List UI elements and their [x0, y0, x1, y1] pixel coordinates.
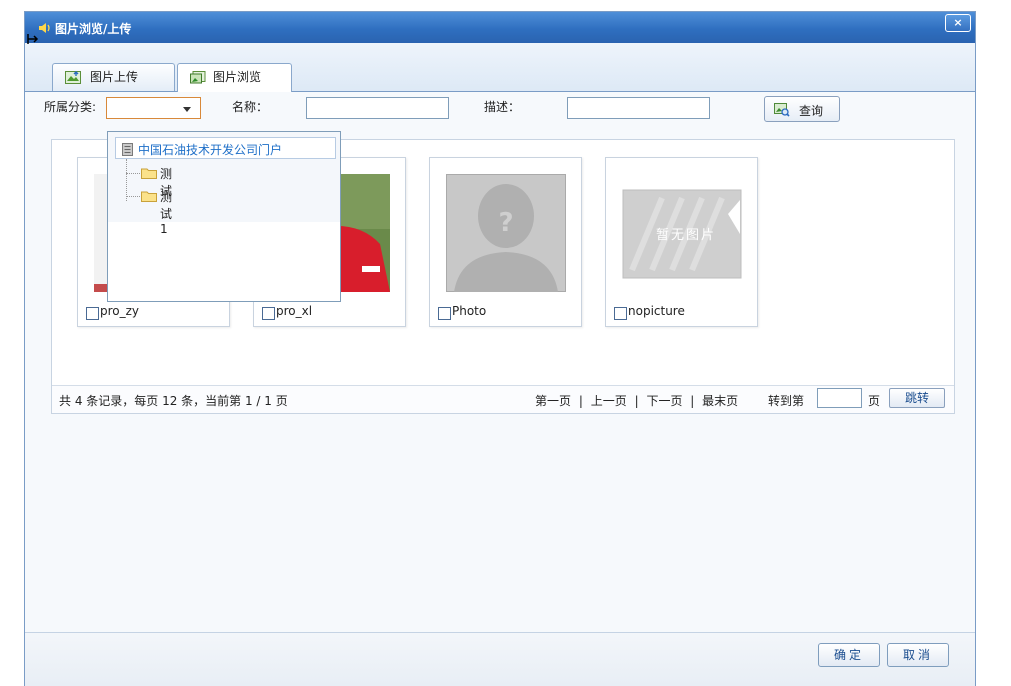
footer-bar: 确定 取消 [25, 632, 975, 686]
svg-text:?: ? [498, 208, 513, 238]
next-page-link[interactable]: 下一页 [646, 394, 682, 408]
separator: | [578, 394, 583, 408]
image-name: pro_xl [276, 304, 313, 318]
tree-connector [126, 196, 140, 197]
goto-page-label: 转到第 [768, 394, 805, 408]
tree-root-node[interactable]: 中国石油技术开发公司门户 [115, 137, 336, 159]
speaker-icon [39, 23, 50, 33]
tab-image-upload[interactable]: 图片上传 [52, 63, 175, 91]
no-picture-text: 暂无图片 [656, 228, 717, 243]
image-name: pro_zy [100, 304, 140, 318]
tab-image-upload-label: 图片上传 [90, 70, 139, 84]
ok-button[interactable]: 确定 [818, 643, 880, 667]
folder-icon [141, 191, 157, 202]
mouse-cursor-icon [27, 34, 39, 44]
tab-strip: 图片上传 图片浏览 [25, 43, 975, 92]
folder-icon [141, 168, 157, 179]
name-input[interactable] [306, 97, 449, 119]
tab-image-browse[interactable]: 图片浏览 [177, 63, 292, 92]
category-label: 所属分类: [44, 100, 97, 114]
close-button[interactable]: × [945, 14, 971, 32]
image-thumbnail[interactable]: ? [446, 174, 566, 292]
page-unit-label: 页 [868, 394, 881, 408]
tree-root-label: 中国石油技术开发公司门户 [138, 143, 283, 157]
image-card[interactable]: 暂无图片 nopicture [605, 157, 758, 327]
cancel-button[interactable]: 取消 [887, 643, 949, 667]
image-thumbnail[interactable]: 暂无图片 [622, 174, 742, 292]
dialog-footer: 确定 取消 [25, 632, 975, 686]
tab-image-browse-label: 图片浏览 [213, 70, 262, 84]
image-select-checkbox[interactable] [86, 307, 99, 320]
dialog-titlebar[interactable]: 图片浏览/上传 × [25, 12, 975, 43]
chevron-down-icon [183, 107, 191, 112]
jump-button[interactable]: 跳转 [889, 388, 945, 408]
image-upload-icon [65, 71, 81, 84]
image-name: nopicture [628, 304, 685, 318]
image-select-checkbox[interactable] [614, 307, 627, 320]
query-button[interactable]: 查询 [764, 96, 840, 122]
pagination-bar: 共 4 条记录，每页 12 条，当前第 1 / 1 页 第一页 | 上一页 | … [52, 385, 954, 413]
page-number-input[interactable] [817, 388, 862, 408]
person-silhouette-icon: ? [446, 174, 566, 292]
separator: | [634, 394, 639, 408]
dialog-title: 图片浏览/上传 [55, 22, 132, 36]
image-browse-icon [190, 71, 206, 84]
query-button-label: 查询 [799, 104, 824, 118]
record-summary: 共 4 条记录，每页 12 条，当前第 1 / 1 页 [59, 394, 288, 408]
separator: | [690, 394, 695, 408]
tree-connector [126, 173, 140, 174]
category-select[interactable] [106, 97, 201, 119]
tree-connector [126, 159, 127, 201]
tree-node-label: 测试1 [160, 190, 173, 236]
image-select-checkbox[interactable] [438, 307, 451, 320]
category-tree-dropdown: 中国石油技术开发公司门户 测试 测试1 [107, 131, 341, 302]
prev-page-link[interactable]: 上一页 [591, 394, 627, 408]
image-card[interactable]: ? Photo [429, 157, 582, 327]
description-label: 描述： [484, 100, 521, 114]
image-select-checkbox[interactable] [262, 307, 275, 320]
first-page-link[interactable]: 第一页 [535, 394, 571, 408]
search-image-icon [774, 103, 790, 117]
last-page-link[interactable]: 最末页 [702, 394, 738, 408]
description-input[interactable] [567, 97, 710, 119]
image-name: Photo [452, 304, 487, 318]
portal-page-icon [122, 143, 133, 156]
pagination-links: 第一页 | 上一页 | 下一页 | 最末页 [535, 392, 738, 409]
name-label: 名称： [232, 100, 269, 114]
